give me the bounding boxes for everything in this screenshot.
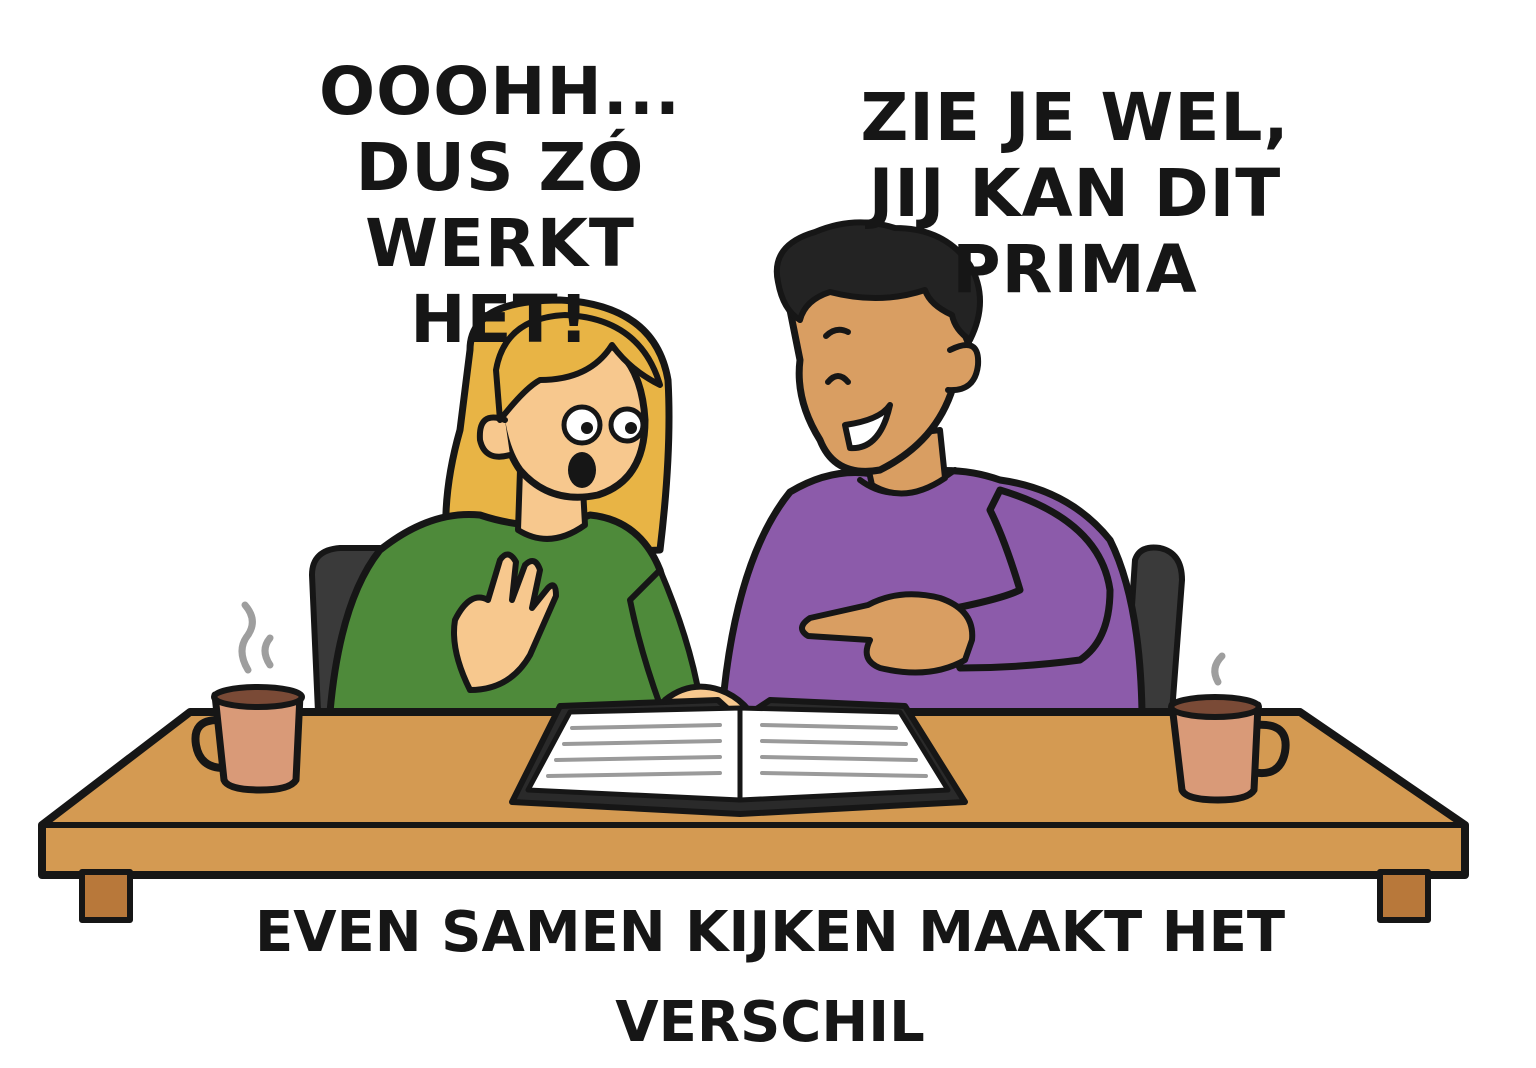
speech-man-line-2: JIJ KAN DIT	[868, 155, 1282, 232]
footer-caption: EVEN SAMEN KIJKEN MAAKT HET VERSCHIL	[254, 900, 1286, 1055]
speech-woman-line-3: WERKT HET!	[365, 205, 635, 358]
speech-text-man: ZIE JE WEL, JIJ KAN DIT PRIMA	[860, 80, 1290, 308]
speech-text-woman: OOOHH... DUS ZÓ WERKT HET!	[270, 54, 730, 358]
comic-illustration	[38, 219, 1469, 923]
speech-woman-line-1: OOOHH...	[318, 53, 681, 130]
speech-man-line-1: ZIE JE WEL,	[860, 79, 1290, 156]
open-book-icon	[509, 697, 968, 817]
woman-figure	[326, 296, 763, 738]
woman-ear	[476, 414, 513, 460]
speech-man-line-3: PRIMA	[952, 231, 1198, 308]
man-ear	[945, 342, 982, 394]
woman-mouth	[568, 452, 596, 488]
woman-pupil-left	[581, 422, 593, 434]
steam-icon	[1211, 652, 1226, 686]
steam-icon	[238, 601, 274, 674]
speech-woman-line-2: DUS ZÓ	[355, 129, 645, 206]
woman-pupil-right	[625, 422, 637, 434]
